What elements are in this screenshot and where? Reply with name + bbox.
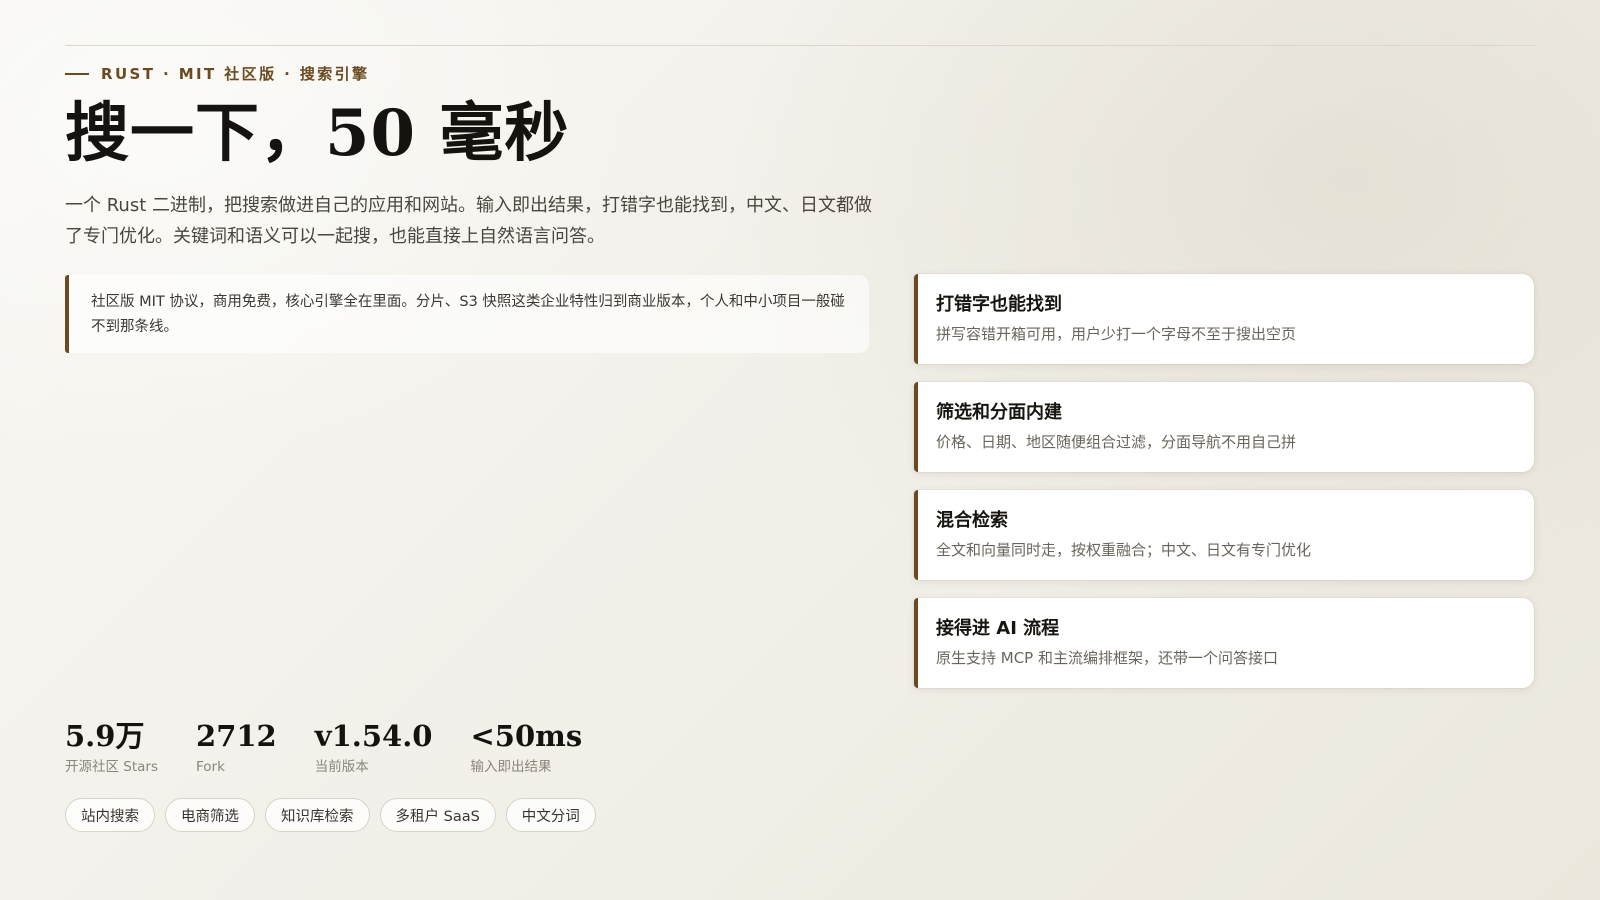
eyebrow-dash (65, 72, 89, 75)
feature-title: 接得进 AI 流程 (936, 618, 1060, 639)
feature-description: 价格、日期、地区随便组合过滤，分面导航不用自己拼 (936, 433, 1297, 451)
tag-chinese-tokenizer: 中文分词 (505, 798, 596, 832)
stat-value: v1.54.0 (314, 719, 433, 753)
license-callout-text: 社区版 MIT 协议，商用免费，核心引擎全在里面。分片、S3 快照这类企业特性归… (91, 294, 845, 335)
tag-knowledge-base: 知识库检索 (265, 798, 370, 832)
license-callout: 社区版 MIT 协议，商用免费，核心引擎全在里面。分片、S3 快照这类企业特性归… (65, 275, 869, 353)
feature-title: 打错字也能找到 (936, 294, 1062, 315)
feature-description: 拼写容错开箱可用，用户少打一个字母不至于搜出空页 (936, 325, 1297, 343)
eyebrow: RUST · MIT 社区版 · 搜索引擎 (65, 63, 369, 84)
use-case-tags: 站内搜索 电商筛选 知识库检索 多租户 SaaS 中文分词 (65, 798, 596, 832)
feature-list: 打错字也能找到 拼写容错开箱可用，用户少打一个字母不至于搜出空页 筛选和分面内建… (914, 274, 1534, 688)
stat-value: 5.9万 (65, 719, 145, 753)
intro-paragraph: 一个 Rust 二进制，把搜索做进自己的应用和网站。输入即出结果，打错字也能找到… (65, 195, 872, 247)
tag-multi-tenant-saas: 多租户 SaaS (379, 798, 496, 832)
feature-card-hybrid-search: 混合检索 全文和向量同时走，按权重融合；中文、日文有专门优化 (914, 490, 1534, 580)
stat-label: 当前版本 (314, 759, 369, 775)
feature-description: 全文和向量同时走，按权重融合；中文、日文有专门优化 (936, 541, 1312, 559)
feature-card-typo-tolerance: 打错字也能找到 拼写容错开箱可用，用户少打一个字母不至于搜出空页 (914, 274, 1534, 364)
feature-card-filters-facets: 筛选和分面内建 价格、日期、地区随便组合过滤，分面导航不用自己拼 (914, 382, 1534, 472)
feature-card-ai-workflow: 接得进 AI 流程 原生支持 MCP 和主流编排框架，还带一个问答接口 (914, 598, 1534, 688)
feature-description: 原生支持 MCP 和主流编排框架，还带一个问答接口 (936, 649, 1278, 667)
feature-title: 筛选和分面内建 (936, 402, 1062, 423)
stat-forks: 2712 Fork (196, 718, 277, 776)
stat-label: Fork (196, 759, 225, 775)
stat-label: 输入即出结果 (470, 759, 552, 775)
stats-row: 5.9万 开源社区 Stars 2712 Fork v1.54.0 当前版本 <… (65, 718, 582, 776)
top-divider (65, 45, 1535, 46)
stat-value: <50ms (470, 719, 583, 753)
stat-version: v1.54.0 当前版本 (315, 718, 433, 776)
tag-ecommerce-filter: 电商筛选 (165, 798, 255, 832)
stat-label: 开源社区 Stars (65, 759, 159, 775)
stat-stars: 5.9万 开源社区 Stars (65, 718, 158, 776)
stat-value: 2712 (196, 719, 277, 753)
feature-title: 混合检索 (936, 510, 1008, 531)
eyebrow-text: RUST · MIT 社区版 · 搜索引擎 (101, 65, 370, 83)
tag-site-search: 站内搜索 (65, 798, 155, 832)
stat-latency: <50ms 输入即出结果 (471, 718, 583, 776)
page-title: 搜一下，50 毫秒 (65, 96, 570, 171)
